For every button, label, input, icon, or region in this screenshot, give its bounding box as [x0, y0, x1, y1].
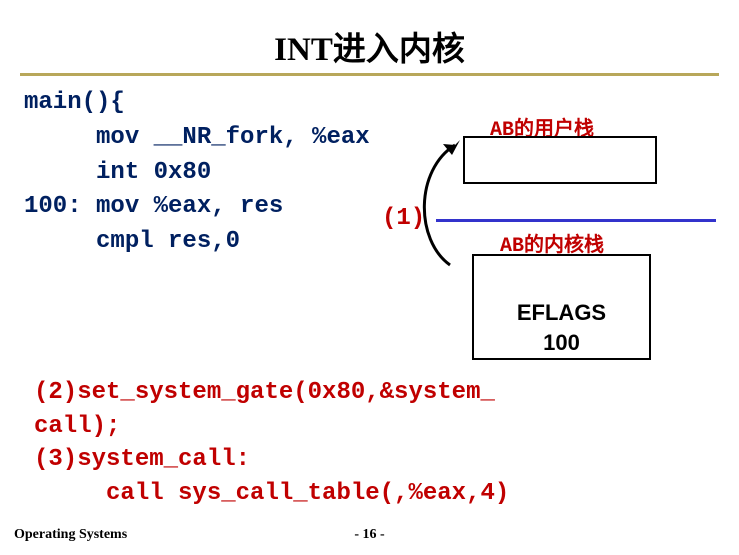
- code-line: int 0x80: [24, 159, 211, 186]
- title-underline: [20, 73, 719, 76]
- code-line: call);: [34, 413, 120, 440]
- code-line: mov __NR_fork, %eax: [24, 124, 370, 151]
- value-100-cell: 100: [472, 328, 651, 360]
- slide: INT进入内核 main(){ mov __NR_fork, %eax int …: [0, 0, 739, 555]
- user-stack-box: [463, 136, 657, 184]
- code-line: call sys_call_table(,%eax,4): [34, 480, 509, 507]
- code-line: (2)set_system_gate(0x80,&system_: [34, 379, 495, 406]
- slide-title: INT进入内核: [0, 0, 739, 70]
- code-line: 100: mov %eax, res: [24, 193, 283, 220]
- eflags-cell: EFLAGS: [472, 298, 651, 330]
- code-block-main: main(){ mov __NR_fork, %eax int 0x80 100…: [24, 86, 370, 260]
- code-line: cmpl res,0: [24, 228, 240, 255]
- code-line: (3)system_call:: [34, 446, 250, 473]
- code-line: main(){: [24, 89, 125, 116]
- marker-1: (1): [382, 205, 425, 232]
- kernel-stack-box: [472, 254, 651, 302]
- code-block-red: (2)set_system_gate(0x80,&system_ call); …: [34, 376, 509, 510]
- divider-line: [436, 219, 716, 222]
- footer-page-number: - 16 -: [0, 527, 739, 543]
